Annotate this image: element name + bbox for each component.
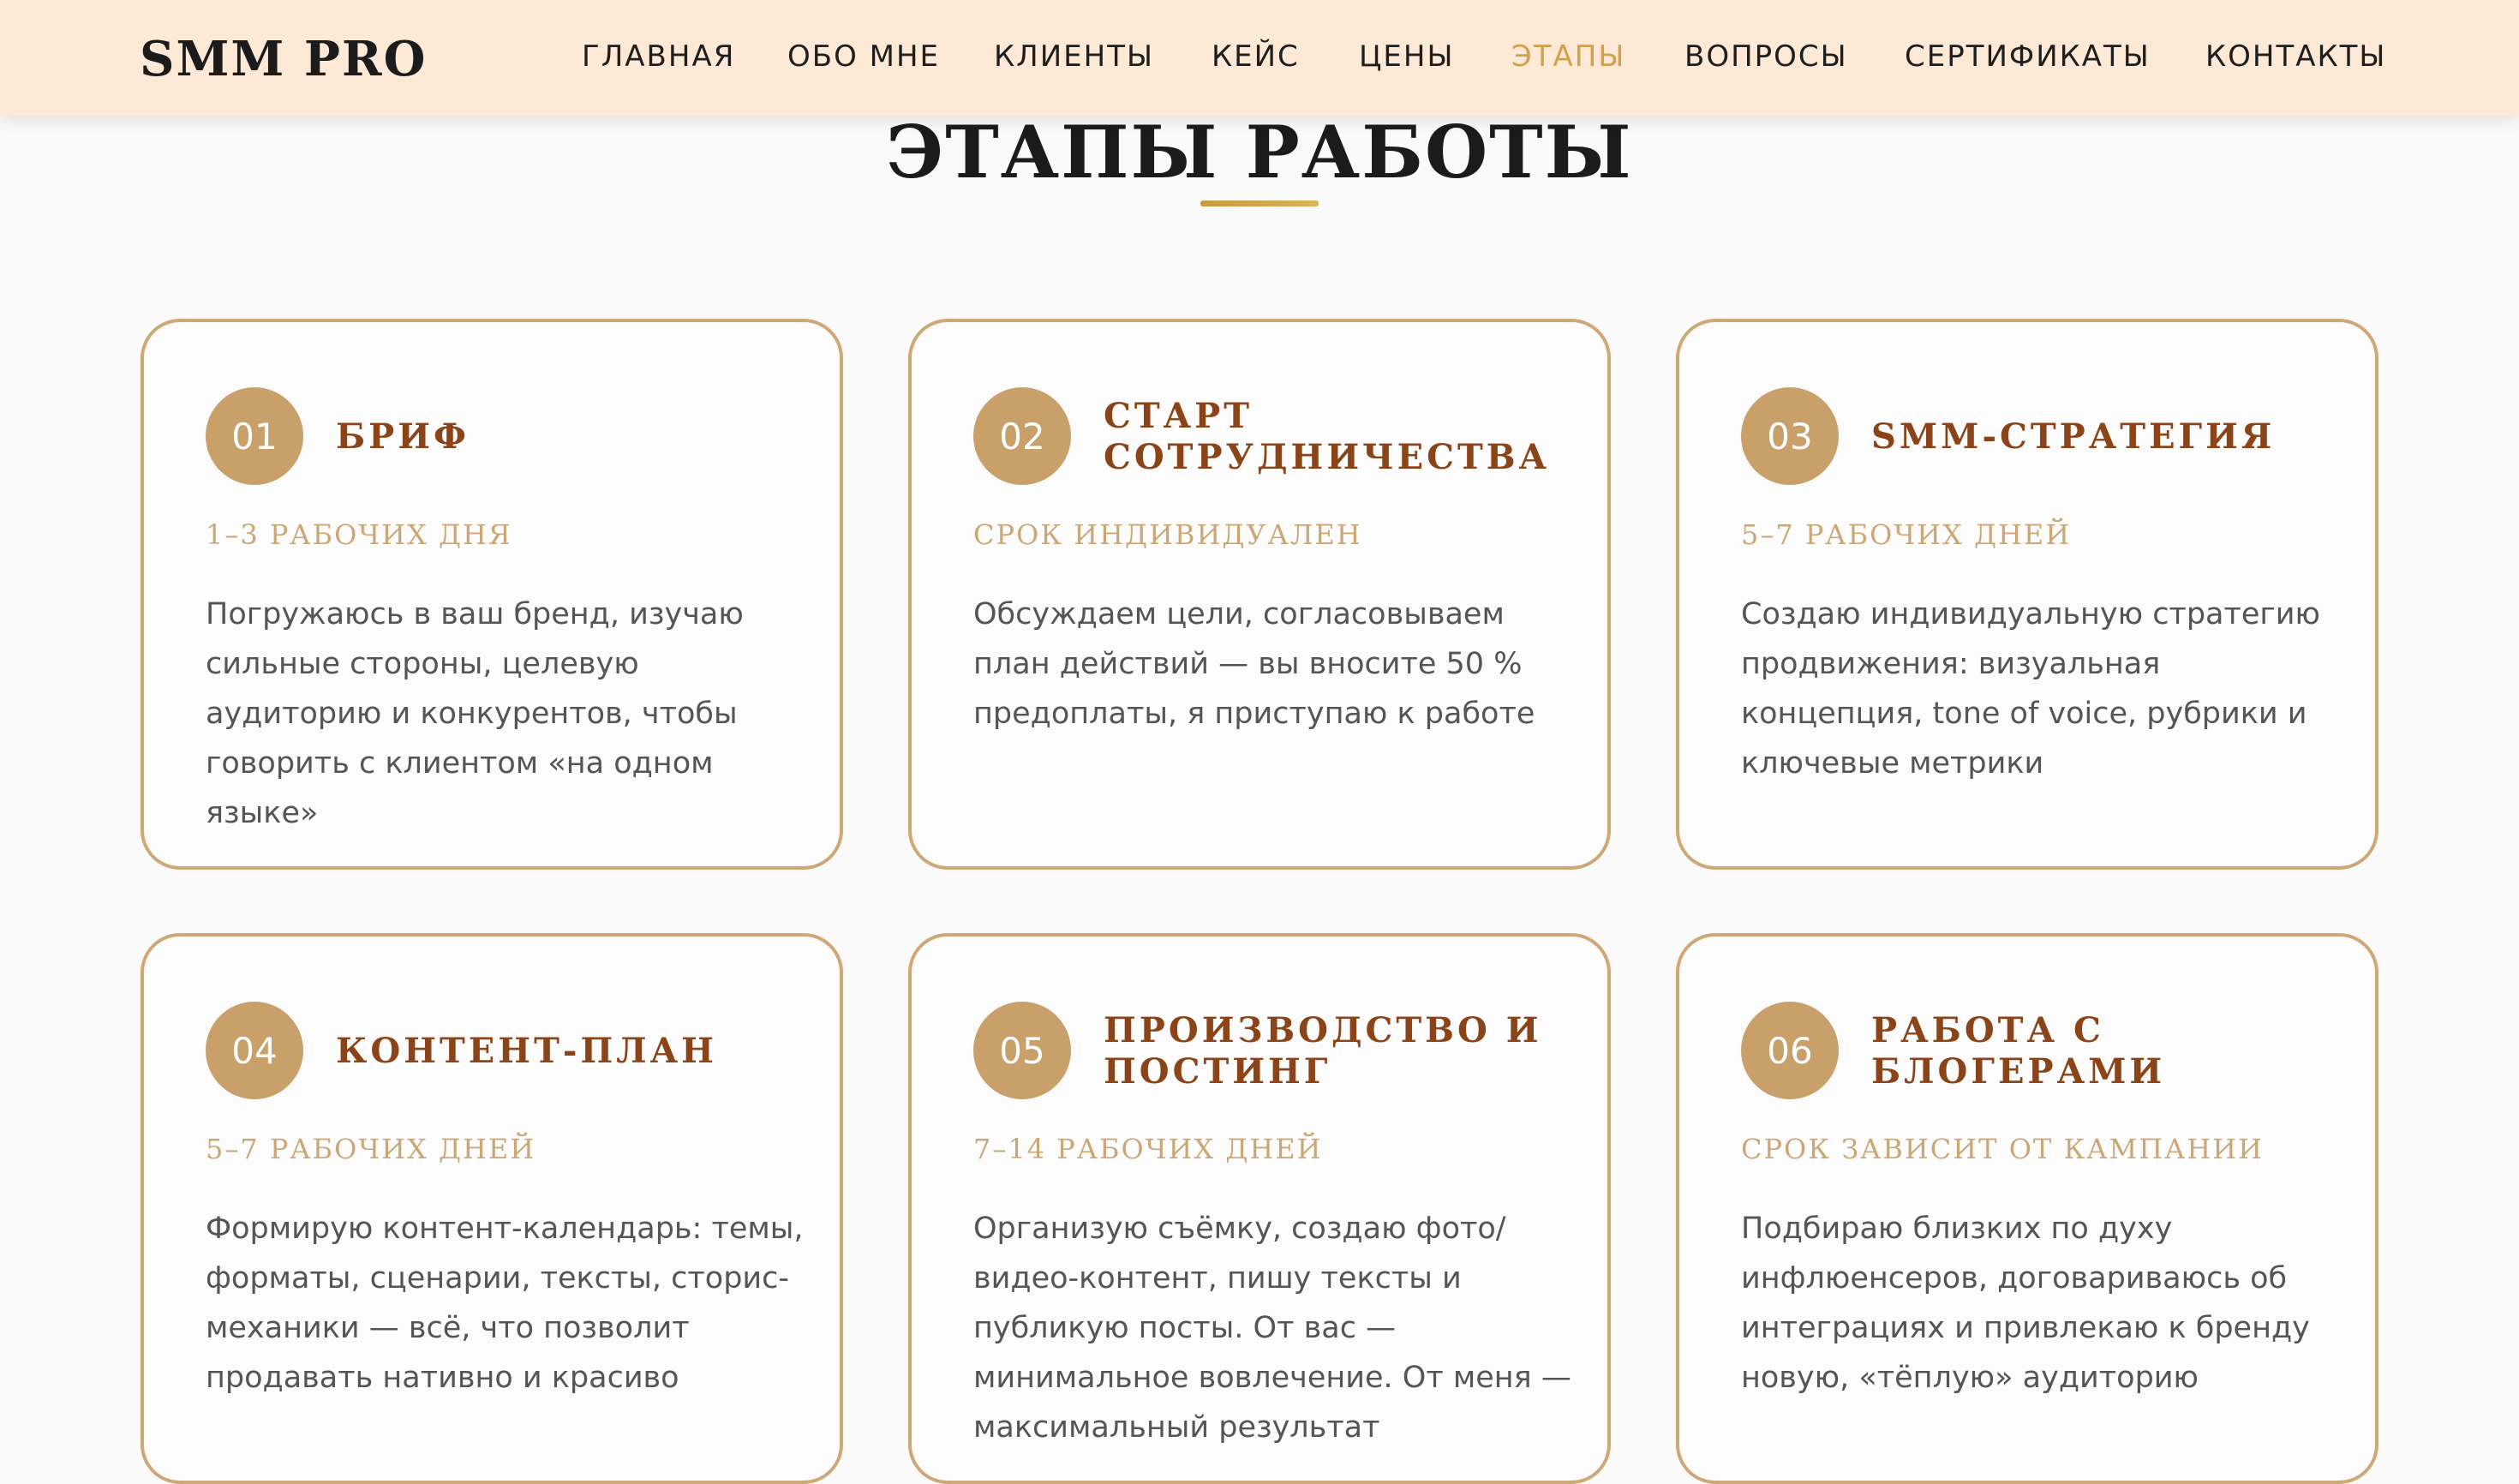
nav-item-about[interactable]: ОБО МНЕ (787, 38, 940, 75)
nav-item-prices[interactable]: ЦЕНЫ (1359, 38, 1454, 75)
step-number-badge: 06 (1741, 1002, 1839, 1099)
step-number-badge: 01 (206, 387, 303, 485)
step-title: КОНТЕНТ-ПЛАН (336, 1031, 717, 1071)
step-duration: 5–7 РАБОЧИХ ДНЕЙ (1741, 518, 2072, 551)
step-title: БРИФ (336, 416, 470, 457)
step-description: Погружаюсь в ваш бренд, изучаю сильные с… (206, 597, 744, 830)
step-description: Организую съёмку, создаю фото/видео-конт… (973, 1212, 1571, 1445)
nav-item-clients[interactable]: КЛИЕНТЫ (994, 38, 1154, 75)
logo[interactable]: SMM PRO (140, 31, 427, 87)
nav-item-contacts[interactable]: КОНТАКТЫ (2205, 38, 2386, 75)
title-underline (1200, 200, 1319, 206)
step-duration: 1–3 РАБОЧИХ ДНЯ (206, 518, 512, 551)
nav-item-case[interactable]: КЕЙС (1212, 38, 1300, 75)
step-description: Формирую контент-календарь: темы, формат… (206, 1212, 804, 1395)
step-duration: СРОК ЗАВИСИТ ОТ КАМПАНИИ (1741, 1133, 2265, 1165)
step-number-badge: 05 (973, 1002, 1071, 1099)
step-number-badge: 02 (973, 387, 1071, 485)
step-title: SMM-СТРАТЕГИЯ (1871, 416, 2276, 457)
step-card: 05 ПРОИЗВОДСТВО И ПОСТИНГ 7–14 РАБОЧИХ Д… (908, 933, 1611, 1484)
step-title: РАБОТА С БЛОГЕРАМИ (1871, 1010, 2166, 1092)
step-duration: 7–14 РАБОЧИХ ДНЕЙ (973, 1133, 1323, 1165)
step-duration: СРОК ИНДИВИДУАЛЕН (973, 518, 1362, 551)
step-title: СТАРТ СОТРУДНИЧЕСТВА (1104, 396, 1551, 477)
step-card: 01 БРИФ 1–3 РАБОЧИХ ДНЯ Погружаюсь в ваш… (141, 319, 843, 870)
step-card: 03 SMM-СТРАТЕГИЯ 5–7 РАБОЧИХ ДНЕЙ Создаю… (1676, 319, 2378, 870)
step-card: 04 КОНТЕНТ-ПЛАН 5–7 РАБОЧИХ ДНЕЙ Формиру… (141, 933, 843, 1484)
nav-item-stages[interactable]: ЭТАПЫ (1511, 38, 1625, 75)
step-duration: 5–7 РАБОЧИХ ДНЕЙ (206, 1133, 536, 1165)
section-title: ЭТАПЫ РАБОТЫ (886, 110, 1633, 194)
nav-item-home[interactable]: ГЛАВНАЯ (582, 38, 735, 75)
step-card: 02 СТАРТ СОТРУДНИЧЕСТВА СРОК ИНДИВИДУАЛЕ… (908, 319, 1611, 870)
step-title: ПРОИЗВОДСТВО И ПОСТИНГ (1104, 1010, 1542, 1092)
site-header: SMM PRO ГЛАВНАЯ ОБО МНЕ КЛИЕНТЫ КЕЙС ЦЕН… (0, 0, 2519, 116)
step-description: Обсуждаем цели, согласовываем план дейст… (973, 597, 1535, 731)
step-number-badge: 03 (1741, 387, 1839, 485)
step-description: Подбираю близких по духу инфлюенсеров, д… (1741, 1212, 2310, 1395)
step-number-badge: 04 (206, 1002, 303, 1099)
nav-item-faq[interactable]: ВОПРОСЫ (1684, 38, 1848, 75)
step-card: 06 РАБОТА С БЛОГЕРАМИ СРОК ЗАВИСИТ ОТ КА… (1676, 933, 2378, 1484)
step-description: Создаю индивидуальную стратегию продвиже… (1741, 597, 2321, 781)
nav-item-certificates[interactable]: СЕРТИФИКАТЫ (1905, 38, 2151, 75)
